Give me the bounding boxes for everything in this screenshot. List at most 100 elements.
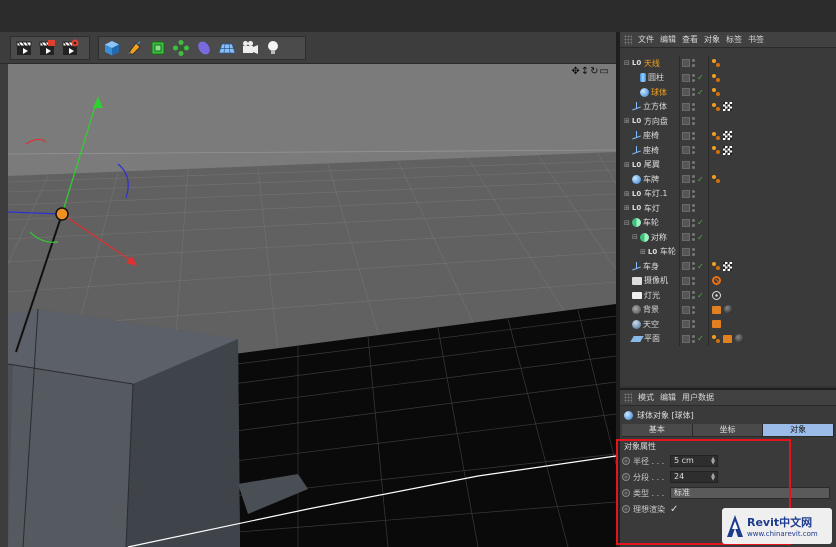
object-name[interactable]: ⊞ L0 车灯 xyxy=(624,203,660,214)
orange-tag-icon[interactable] xyxy=(712,175,720,184)
orange-tag-icon[interactable] xyxy=(712,88,720,97)
visibility-dots-icon[interactable] xyxy=(692,175,695,184)
enabled-check-icon[interactable]: ✓ xyxy=(697,88,704,97)
menu-edit[interactable]: 编辑 xyxy=(660,34,676,45)
pen-icon[interactable] xyxy=(125,38,145,58)
tree-toggle-icon[interactable]: ⊞ xyxy=(640,248,646,256)
3d-viewport[interactable]: ✥↕↻▭ xyxy=(8,64,616,547)
object-row[interactable]: 灯光 ✓ xyxy=(620,288,836,303)
visibility-dots-icon[interactable] xyxy=(692,131,695,140)
render-perfect-keyframe-radio[interactable] xyxy=(622,505,630,513)
visibility-dots-icon[interactable] xyxy=(692,102,695,111)
object-row[interactable]: ⊟ L0 天线 xyxy=(620,56,836,71)
layer-checkbox[interactable] xyxy=(682,146,690,155)
radius-keyframe-radio[interactable] xyxy=(622,457,630,465)
object-row[interactable]: ⊟ 车轮 ✓ xyxy=(620,215,836,230)
orange-tag-icon[interactable] xyxy=(712,334,720,343)
enabled-check-icon[interactable]: ✓ xyxy=(697,262,704,271)
object-name[interactable]: 摄像机 xyxy=(632,275,668,286)
tree-toggle-icon[interactable]: ⊞ xyxy=(624,204,630,212)
object-name[interactable]: 座椅 xyxy=(632,145,659,156)
object-row[interactable]: 圆柱 ✓ xyxy=(620,70,836,85)
checker-tag-icon[interactable] xyxy=(723,131,732,141)
visibility-dots-icon[interactable] xyxy=(692,59,695,68)
ball-tag-icon[interactable] xyxy=(735,334,744,344)
checker-tag-icon[interactable] xyxy=(723,102,732,112)
bg-tag-icon[interactable] xyxy=(712,305,721,314)
tree-toggle-icon[interactable]: ⊟ xyxy=(624,219,630,227)
render-settings-icon[interactable] xyxy=(60,38,80,58)
layer-checkbox[interactable] xyxy=(682,276,690,285)
object-name[interactable]: ⊞ L0 车轮 xyxy=(640,246,676,257)
orange-tag-icon[interactable] xyxy=(712,102,720,111)
enabled-check-icon[interactable]: ✓ xyxy=(697,175,704,184)
object-name[interactable]: ⊞ L0 尾翼 xyxy=(624,159,660,170)
tree-toggle-icon[interactable]: ⊞ xyxy=(624,117,630,125)
object-row[interactable]: 座椅 xyxy=(620,128,836,143)
tab-object[interactable]: 对象 xyxy=(763,424,835,436)
layer-checkbox[interactable] xyxy=(682,131,690,140)
object-row[interactable]: 摄像机 xyxy=(620,273,836,288)
visibility-dots-icon[interactable] xyxy=(692,88,695,97)
radius-input[interactable]: 5 cm ▲ ▼ xyxy=(670,455,718,467)
layer-checkbox[interactable] xyxy=(682,218,690,227)
object-row[interactable]: 车牌 ✓ xyxy=(620,172,836,187)
move-view-icon[interactable]: ✥ xyxy=(571,66,580,77)
enabled-check-icon[interactable]: ✓ xyxy=(697,291,704,300)
array-icon[interactable] xyxy=(171,38,191,58)
rotate-view-icon[interactable]: ↻ xyxy=(590,66,599,77)
layer-checkbox[interactable] xyxy=(682,204,690,213)
object-row[interactable]: 天空 xyxy=(620,317,836,332)
enabled-check-icon[interactable]: ✓ xyxy=(697,334,704,343)
maximize-view-icon[interactable]: ▭ xyxy=(600,66,610,77)
layer-checkbox[interactable] xyxy=(682,334,690,343)
visibility-dots-icon[interactable] xyxy=(692,247,695,256)
object-name[interactable]: 平面 xyxy=(630,333,660,344)
orange-tag-icon[interactable] xyxy=(712,146,720,155)
object-row[interactable]: 立方体 xyxy=(620,99,836,114)
object-row[interactable]: ⊞ L0 尾翼 xyxy=(620,157,836,172)
object-name[interactable]: 天空 xyxy=(632,319,659,330)
render-picture-viewer-icon[interactable] xyxy=(37,38,57,58)
enabled-check-icon[interactable]: ✓ xyxy=(697,73,704,82)
visibility-dots-icon[interactable] xyxy=(692,276,695,285)
object-row[interactable]: 球体 ✓ xyxy=(620,85,836,100)
object-name[interactable]: 球体 xyxy=(640,87,667,98)
layer-checkbox[interactable] xyxy=(682,59,690,68)
object-row[interactable]: ⊞ L0 方向盘 xyxy=(620,114,836,129)
visibility-dots-icon[interactable] xyxy=(692,291,695,300)
checker-tag-icon[interactable] xyxy=(723,261,732,271)
grip-icon[interactable] xyxy=(624,392,632,403)
menu-objects[interactable]: 对象 xyxy=(704,34,720,45)
tab-coord[interactable]: 坐标 xyxy=(692,424,764,436)
layer-checkbox[interactable] xyxy=(682,305,690,314)
ball-tag-icon[interactable] xyxy=(724,305,733,315)
camera-icon[interactable] xyxy=(240,38,260,58)
camera-tag-icon[interactable] xyxy=(712,276,721,286)
object-row[interactable]: ⊟ 对称 ✓ xyxy=(620,230,836,245)
cube-icon[interactable] xyxy=(102,38,122,58)
menu-bookmarks[interactable]: 书签 xyxy=(748,34,764,45)
visibility-dots-icon[interactable] xyxy=(692,305,695,314)
segments-keyframe-radio[interactable] xyxy=(622,473,630,481)
object-name[interactable]: 背景 xyxy=(632,304,659,315)
segments-input[interactable]: 24 ▲ ▼ xyxy=(670,471,718,483)
menu-mode[interactable]: 模式 xyxy=(638,392,654,403)
object-row[interactable]: ⊞ L0 车灯.1 xyxy=(620,186,836,201)
object-row[interactable]: ⊞ L0 车灯 xyxy=(620,201,836,216)
object-name[interactable]: 灯光 xyxy=(632,290,660,301)
layer-checkbox[interactable] xyxy=(682,117,690,126)
object-row[interactable]: 车身 ✓ xyxy=(620,259,836,274)
object-name[interactable]: ⊟ 车轮 xyxy=(624,217,659,228)
menu-tags[interactable]: 标签 xyxy=(726,34,742,45)
object-name[interactable]: ⊟ L0 天线 xyxy=(624,58,660,69)
layer-checkbox[interactable] xyxy=(682,233,690,242)
zoom-view-icon[interactable]: ↕ xyxy=(581,66,590,77)
object-name[interactable]: 座椅 xyxy=(632,130,659,141)
spinner-icon[interactable]: ▲ ▼ xyxy=(711,457,715,466)
tree-toggle-icon[interactable]: ⊞ xyxy=(624,190,630,198)
layer-checkbox[interactable] xyxy=(682,262,690,271)
object-name[interactable]: 立方体 xyxy=(632,101,667,112)
menu-view[interactable]: 查看 xyxy=(682,34,698,45)
layer-checkbox[interactable] xyxy=(682,102,690,111)
